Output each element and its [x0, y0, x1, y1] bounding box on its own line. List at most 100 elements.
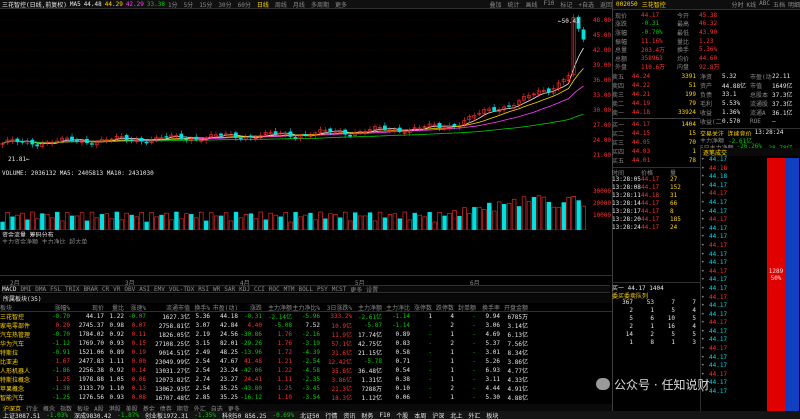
quote-tab-0[interactable]: 分时 [731, 0, 743, 9]
sector-col-header[interactable]: 涨停数 [410, 303, 432, 312]
status-item-14[interactable]: 本周 [414, 411, 426, 419]
sector-col-header[interactable]: 主力净额 [352, 303, 382, 312]
status-item-18[interactable]: 板块 [486, 411, 498, 419]
indicator-tab-3[interactable]: FSL [50, 286, 61, 292]
sector-row[interactable]: 智能汽车 -1.25 1276.56 0.93 0.08 16707.48亿 2.85 35.… [0, 393, 612, 402]
indicator-tab-4[interactable]: TRIX [65, 286, 79, 292]
status-item-6[interactable]: 科创50 856.25 [222, 411, 267, 419]
market-tab-6[interactable]: 港股 [109, 404, 121, 411]
indicator-tab-23[interactable]: 设置 [366, 286, 378, 293]
sector-row[interactable]: 比亚迪 1.67 2477.83 1.11 0.00 23049.99亿 2.54 47.67… [0, 357, 612, 366]
period-tab-0[interactable]: 1分 [168, 0, 178, 9]
ask-row[interactable]: 卖四 44.22 51 [612, 81, 700, 90]
indicator-tab-11[interactable]: VOL-TDX [169, 286, 194, 292]
status-item-12[interactable]: F10 [379, 412, 390, 419]
indicator-tab-0[interactable]: MACD [2, 286, 16, 292]
sector-col-header[interactable]: 换手率 [476, 303, 500, 312]
chart-tool-2[interactable]: 画线 [525, 0, 537, 9]
indicator-tab-6[interactable]: CR [102, 286, 109, 292]
sector-col-header[interactable]: 市盈(动) [210, 303, 238, 312]
ask-row[interactable]: 卖三 44.21 199 [612, 90, 700, 99]
quote-tab-2[interactable]: ABC [759, 0, 770, 9]
bid-row[interactable]: 买一 44.17 1404 [612, 120, 700, 129]
sector-row[interactable]: 华为汽车 -1.12 1769.70 0.93 0.15 27108.25亿 3.15 82.… [0, 339, 612, 348]
volume-chart[interactable] [0, 178, 612, 230]
market-tab-10[interactable]: 期货 [177, 404, 189, 411]
market-tab-3[interactable]: 指数 [60, 404, 72, 411]
market-tab-9[interactable]: 债券 [160, 404, 172, 411]
sector-col-header[interactable]: 板块 [0, 303, 44, 312]
sector-col-header[interactable]: 开盘金额 [500, 303, 528, 312]
bid-row[interactable]: 买四 44.03 1 [612, 147, 700, 156]
status-item-0[interactable]: 上证3087.51 [3, 411, 40, 419]
sector-row[interactable]: 特斯拉概念 1.25 1978.88 1.05 0.06 12073.82亿 2.74 23.… [0, 375, 612, 384]
status-item-9[interactable]: 行情 [325, 411, 337, 419]
status-item-2[interactable]: 深成9830.42 [74, 411, 111, 419]
indicator-tab-20[interactable]: PSY [317, 286, 328, 292]
status-item-5[interactable]: -1.35% [194, 412, 216, 419]
market-tab-11[interactable]: 外汇 [194, 404, 206, 411]
sector-row[interactable]: 家电零部件 0.20 2745.37 0.98 0.07 2758.81亿 3.07 42.8… [0, 321, 612, 330]
indicator-tab-1[interactable]: DMI [20, 286, 31, 292]
period-tab-3[interactable]: 30分 [218, 0, 231, 9]
chart-tool-1[interactable]: 统计 [507, 0, 519, 9]
indicator-tab-7[interactable]: VR [113, 286, 120, 292]
quote-tab-1[interactable]: K线 [747, 0, 757, 9]
bid-row[interactable]: 买三 44.05 70 [612, 138, 700, 147]
status-item-13[interactable]: 个股 [396, 411, 408, 419]
market-tab-0[interactable]: 沪深京 [3, 404, 21, 411]
market-tab-8[interactable]: 基金 [143, 404, 155, 411]
period-tab-6[interactable]: 周线 [275, 0, 287, 9]
sector-col-header[interactable]: 涨幅% [44, 303, 70, 312]
candlestick-chart[interactable]: ←50.43 21.81← [0, 9, 612, 170]
sector-col-header[interactable]: 流通市值 [146, 303, 190, 312]
status-item-16[interactable]: 北上 [450, 411, 462, 419]
status-item-11[interactable]: 财务 [361, 411, 373, 419]
indicator-tab-15[interactable]: KDJ [239, 286, 250, 292]
sector-col-header[interactable]: 换手% [190, 303, 210, 312]
sector-row[interactable]: 三花智控 -0.70 44.17 1.22 -0.07 1627.3亿 5.36 44.18-… [0, 312, 612, 321]
indicator-tab-13[interactable]: WR [213, 286, 220, 292]
sector-col-header[interactable]: 主力净比% [292, 303, 320, 312]
status-item-8[interactable]: 北证50 [300, 411, 319, 419]
sector-col-header[interactable]: 主力净比 [382, 303, 410, 312]
market-tab-5[interactable]: A股 [94, 404, 104, 411]
status-item-7[interactable]: -0.69% [272, 412, 294, 419]
period-tab-2[interactable]: 15分 [199, 0, 212, 9]
indicator-tab-18[interactable]: MTM [284, 286, 295, 292]
sector-col-header[interactable]: 3日涨跌% [320, 303, 352, 312]
market-tab-4[interactable]: 板块 [77, 404, 89, 411]
chart-tool-5[interactable]: +自选 [578, 0, 594, 9]
bid-row[interactable]: 买五 44.01 78 [612, 156, 700, 165]
period-tab-5[interactable]: 日线 [257, 0, 269, 9]
indicator-tab-9[interactable]: ASI [139, 286, 150, 292]
sector-row[interactable]: 汽车热管理 -0.70 1784.02 0.92 0.11 1826.05亿 2.19 24.… [0, 330, 612, 339]
period-tab-7[interactable]: 月线 [293, 0, 305, 9]
market-tab-2[interactable]: 概念 [43, 404, 55, 411]
ask-row[interactable]: 卖二 44.19 79 [612, 99, 700, 108]
period-tab-4[interactable]: 60分 [238, 0, 251, 9]
sector-col-header[interactable]: 封单额 [454, 303, 476, 312]
market-tab-1[interactable]: 行业 [26, 404, 38, 411]
capital-header-text[interactable]: 资金流量 筹码分布 [2, 230, 54, 237]
indicator-tab-14[interactable]: SAR [224, 286, 235, 292]
sector-col-header[interactable]: 涨速% [124, 303, 146, 312]
quote-tab-4[interactable]: 明细 [788, 0, 800, 9]
period-tab-8[interactable]: 多周期 [311, 0, 329, 9]
period-tab-1[interactable]: 5分 [184, 0, 194, 9]
indicator-tab-19[interactable]: BOLL [298, 286, 312, 292]
market-tab-7[interactable]: 美股 [126, 404, 138, 411]
status-item-4[interactable]: 创业板1972.31 [145, 411, 188, 419]
ask-row[interactable]: 卖一 44.18 33924 [612, 108, 700, 117]
sector-row[interactable]: 人形机器人 -1.86 2256.38 0.92 0.14 13031.27亿 2.54 23… [0, 366, 612, 375]
status-item-15[interactable]: 沪深 [432, 411, 444, 419]
indicator-tab-21[interactable]: MCST [332, 286, 346, 292]
status-item-10[interactable]: 资讯 [343, 411, 355, 419]
sector-col-header[interactable]: 量比 [104, 303, 124, 312]
indicator-tab-12[interactable]: RSI [198, 286, 209, 292]
sector-row[interactable]: 苹果概念 -1.38 3133.79 1.10 0.13 13062.93亿 2.54 35.… [0, 384, 612, 393]
quote-tab-3[interactable]: 五档 [773, 0, 785, 9]
bid-row[interactable]: 买二 44.15 15 [612, 129, 700, 138]
status-item-1[interactable]: -1.03% [46, 412, 68, 419]
indicator-tab-8[interactable]: OBV [124, 286, 135, 292]
